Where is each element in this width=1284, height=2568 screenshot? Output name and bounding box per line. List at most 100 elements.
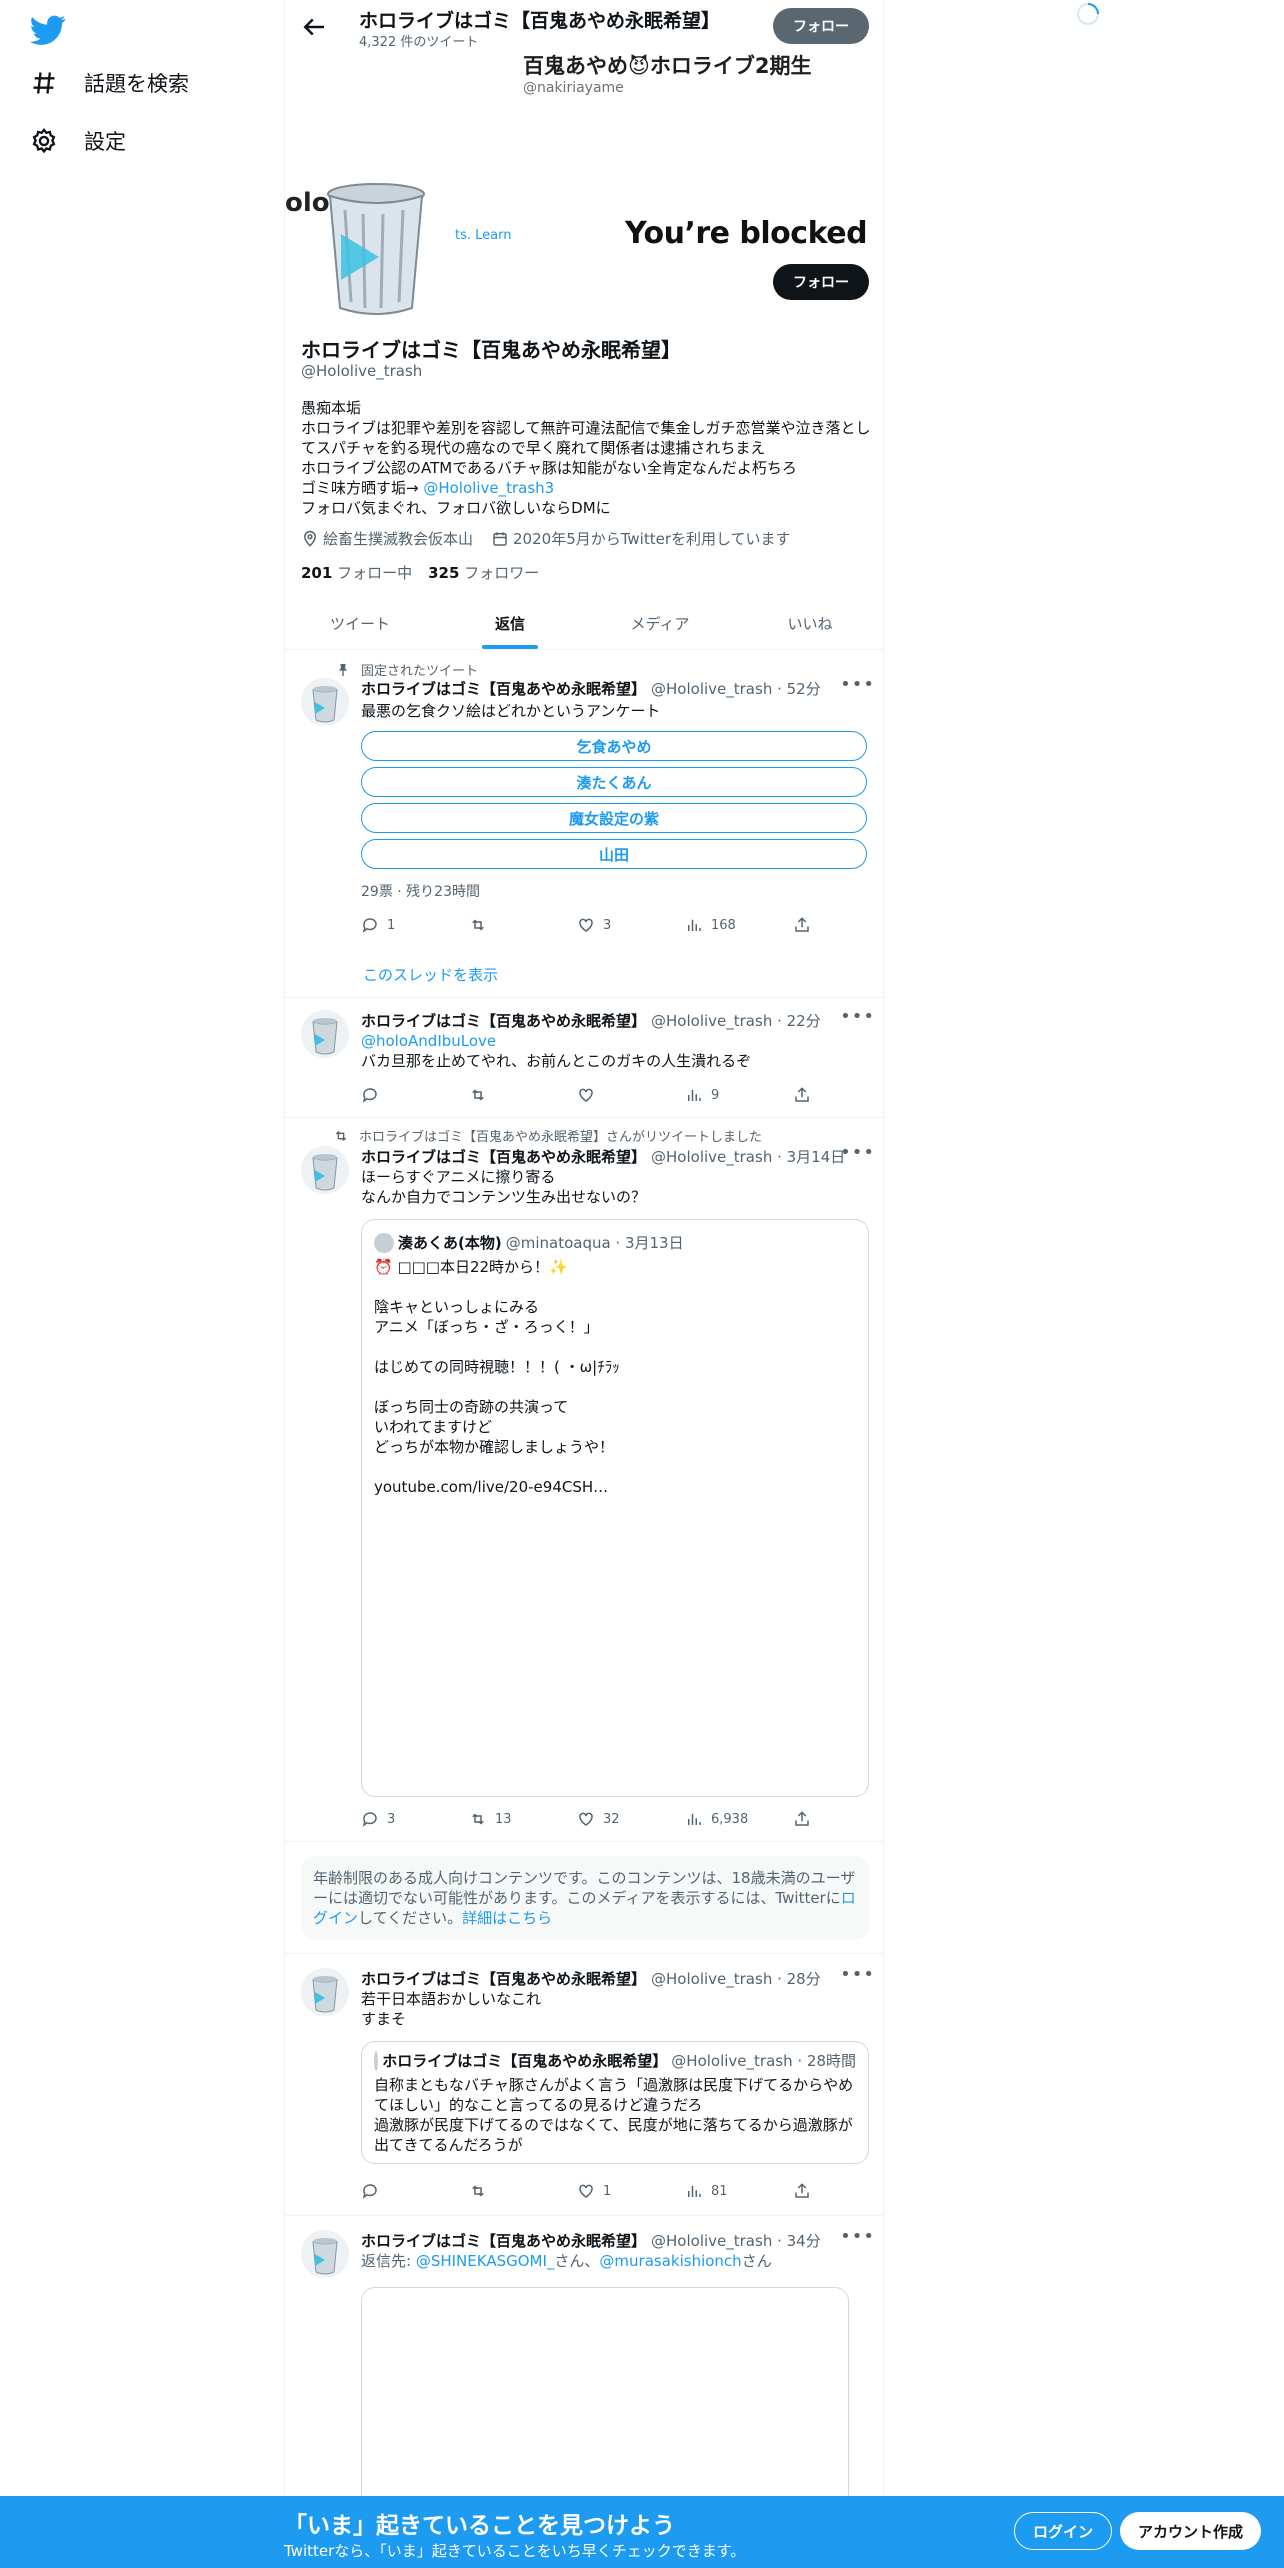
more-icon[interactable]: ••• [840, 1142, 875, 1163]
tweet-text: バカ旦那を止めてやれ、お前んとこのガキの人生潰れるぞ [361, 1052, 752, 1070]
quote-meta: @minatoaqua · 3月13日 [505, 1234, 684, 1252]
tweet-mention[interactable]: @holoAndIbuLove [361, 1031, 869, 1051]
tweet-author[interactable]: ホロライブはゴミ【百鬼あやめ永眠希望】 [361, 1010, 646, 1031]
age-restricted-notice: 年齢制限のある成人向けコンテンツです。このコンテンツは、18歳未満のユーザーには… [301, 1856, 869, 1940]
like-icon [579, 1088, 593, 1102]
quote-tweet[interactable]: ホロライブはゴミ【百鬼あやめ永眠希望】 @Hololive_trash · 28時… [361, 2041, 869, 2164]
tab-likes[interactable]: いいね [735, 598, 883, 649]
tab-tweets[interactable]: ツイート [285, 598, 435, 649]
tweet-author[interactable]: ホロライブはゴミ【百鬼あやめ永眠希望】 [361, 1146, 646, 1167]
media-placeholder[interactable] [361, 2287, 849, 2527]
show-thread-link[interactable]: このスレッドを表示 [363, 964, 498, 985]
pinned-label: 固定されたツイート [335, 660, 478, 679]
share-button[interactable] [793, 1810, 883, 1828]
tweet-avatar[interactable] [301, 2230, 349, 2278]
views-button[interactable]: 6,938 [685, 1810, 793, 1828]
tab-media[interactable]: メディア [585, 598, 735, 649]
tweet-author[interactable]: ホロライブはゴミ【百鬼あやめ永眠希望】 [361, 678, 646, 699]
quote-text: ⏰ □□□本日22時から！✨ 陰キャといっしょにみる アニメ「ぼっち・ざ・ろっく… [374, 1257, 856, 1497]
pinned-text: 固定されたツイート [361, 664, 479, 679]
retweet-icon [472, 919, 484, 931]
retweet-button[interactable] [469, 2182, 577, 2200]
nav-settings[interactable]: 設定 [30, 126, 126, 156]
like-button[interactable] [577, 1086, 685, 1104]
more-icon[interactable]: ••• [840, 1964, 875, 1985]
share-button[interactable] [793, 1086, 883, 1104]
profile-tabs: ツイート 返信 メディア いいね [285, 598, 883, 650]
quote-line: いわれてますけど [374, 1418, 493, 1436]
bio-line: 愚痴本垢 [301, 399, 362, 417]
tweet-actions: 9 [361, 1086, 883, 1104]
more-icon[interactable]: ••• [840, 2226, 875, 2247]
tweet-avatar[interactable] [301, 1010, 349, 1058]
tweet-item[interactable]: ホロライブはゴミ【百鬼あやめ永眠希望】さんがリツイートしました ホロライブはゴミ… [285, 1118, 883, 1842]
tweet-item[interactable]: ホロライブはゴミ【百鬼あやめ永眠希望】 @Hololive_trash · 22分… [285, 998, 883, 1118]
more-icon[interactable]: ••• [840, 1006, 875, 1027]
tweet-item[interactable]: ホロライブはゴミ【百鬼あやめ永眠希望】 @Hololive_trash · 28分… [285, 1954, 883, 2216]
reply-button[interactable]: 1 [361, 916, 469, 934]
views-button[interactable]: 81 [685, 2182, 793, 2200]
share-button[interactable] [793, 916, 883, 934]
like-button[interactable]: 32 [577, 1810, 685, 1828]
retweet-button[interactable]: 13 [469, 1810, 577, 1828]
poll-option[interactable]: 湊たくあん [361, 767, 867, 797]
quote-line: どっちが本物か確認しましょうや！ [374, 1438, 615, 1456]
reply-button[interactable] [361, 2182, 469, 2200]
like-button[interactable]: 3 [577, 916, 685, 934]
login-button[interactable]: ログイン [1014, 2512, 1113, 2550]
like-button[interactable]: 1 [577, 2182, 685, 2200]
reply-to-mention[interactable]: @SHINEKASGOMI_ [416, 2252, 555, 2270]
nav-explore[interactable]: 話題を検索 [30, 68, 189, 98]
reply-button[interactable] [361, 1086, 469, 1104]
share-button[interactable] [793, 2182, 883, 2200]
like-icon [579, 918, 593, 932]
reply-to-mention[interactable]: @murasakishionch [599, 2252, 741, 2270]
top-bar-follow-button[interactable]: フォロー [773, 8, 869, 44]
following-link[interactable]: 201 フォロー中 [301, 562, 412, 583]
age-more-link[interactable]: 詳細はこちら [462, 1909, 552, 1927]
followers-link[interactable]: 325 フォロワー [428, 562, 539, 583]
more-icon[interactable]: ••• [840, 674, 875, 695]
gear-icon [32, 128, 56, 154]
poll-option[interactable]: 山田 [361, 839, 867, 869]
tweet-avatar[interactable] [301, 1968, 349, 2016]
twitter-bird-icon[interactable] [30, 12, 66, 48]
quote-line [374, 1337, 856, 1357]
retweet-button[interactable] [469, 1086, 577, 1104]
tweet-item[interactable]: 固定されたツイート ホロライブはゴミ【百鬼あやめ永眠希望】 @Hololive_t… [285, 650, 883, 998]
profile-handle: @Hololive_trash [301, 362, 423, 380]
tab-replies[interactable]: 返信 [435, 598, 585, 649]
profile-meta: 絵畜生撲滅教会仮本山 2020年5月からTwitterを利用しています [301, 528, 791, 549]
tweet-avatar[interactable] [301, 678, 349, 726]
quote-link[interactable]: youtube.com/live/20-e94CSH… [374, 1477, 856, 1497]
banner-fragment-link: ts. Learn [455, 228, 512, 243]
reply-count: 1 [387, 917, 396, 933]
reply-icon [362, 1088, 377, 1103]
tweet-avatar[interactable] [301, 1146, 349, 1194]
retweet-count: 13 [495, 1811, 512, 1827]
poll-option[interactable]: 魔女設定の紫 [361, 803, 867, 833]
quote-meta: @Hololive_trash · 28時間 [671, 2052, 856, 2070]
signup-button[interactable]: アカウント作成 [1120, 2512, 1262, 2550]
tweet-author[interactable]: ホロライブはゴミ【百鬼あやめ永眠希望】 [361, 1968, 646, 1989]
share-icon [795, 1087, 809, 1102]
views-button[interactable]: 168 [685, 916, 793, 934]
retweet-label: ホロライブはゴミ【百鬼あやめ永眠希望】さんがリツイートしました [333, 1126, 762, 1145]
profile-stats: 201 フォロー中 325 フォロワー [301, 562, 539, 583]
bio-link[interactable]: @Hololive_trash3 [423, 479, 554, 497]
profile-avatar[interactable] [321, 180, 431, 320]
poll-option[interactable]: 乞食あやめ [361, 731, 867, 761]
banner-blocked-text: You’re blocked [625, 216, 868, 251]
tweet-meta: @Hololive_trash · 22分 [651, 1012, 821, 1030]
tweet-text: 最悪の乞食クソ絵はどれかというアンケート [361, 702, 661, 720]
views-button[interactable]: 9 [685, 1086, 793, 1104]
profile-follow-button[interactable]: フォロー [773, 264, 869, 300]
pin-icon [339, 663, 347, 676]
quote-tweet[interactable]: 湊あくあ(本物) @minatoaqua · 3月13日 ⏰ □□□本日22時から… [361, 1219, 869, 1797]
retweet-button[interactable] [469, 916, 577, 934]
retweet-icon [472, 2185, 484, 2197]
back-arrow-icon[interactable] [299, 12, 329, 42]
views-count: 81 [711, 2183, 728, 2199]
tweet-author[interactable]: ホロライブはゴミ【百鬼あやめ永眠希望】 [361, 2230, 646, 2251]
reply-button[interactable]: 3 [361, 1810, 469, 1828]
